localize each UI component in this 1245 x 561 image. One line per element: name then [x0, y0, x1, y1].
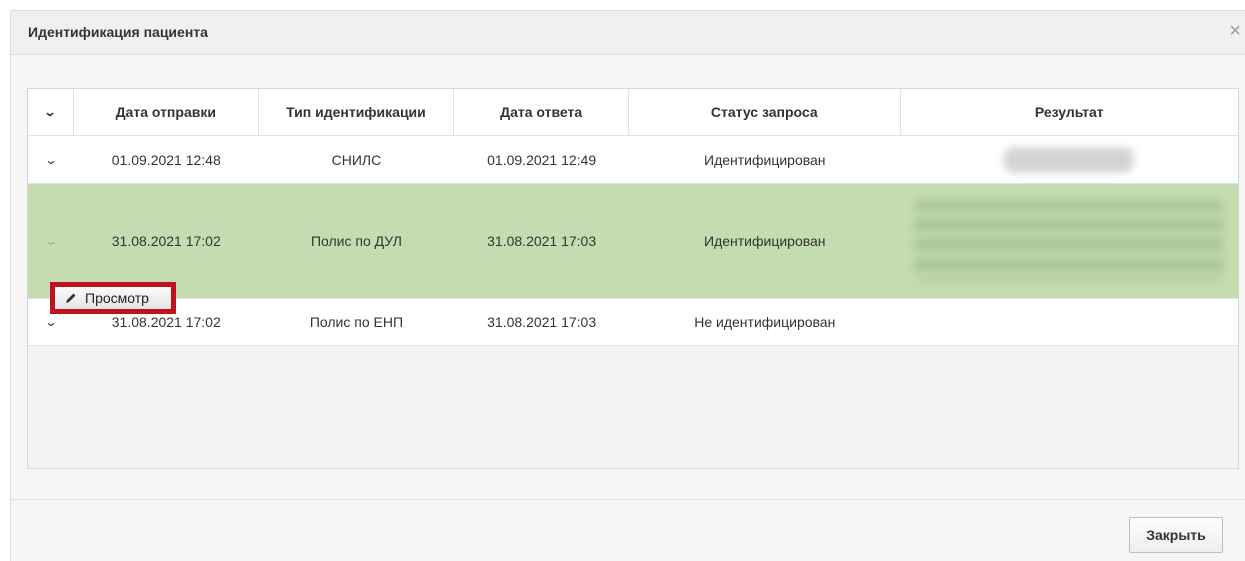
- footer-divider: [11, 499, 1245, 500]
- row-expand-toggle[interactable]: ⌄: [28, 136, 74, 183]
- cell-answered: 01.09.2021 12:49: [487, 151, 597, 168]
- chevron-down-icon: ⌄: [44, 152, 58, 167]
- chevron-down-icon: ⌄: [43, 105, 57, 119]
- chevron-down-icon: ⌄: [44, 315, 58, 329]
- dialog-title: Идентификация пациента: [28, 24, 208, 40]
- table-row-selected[interactable]: ⌄ 31.08.2021 17:02 Полис по ДУЛ 31.08.20…: [28, 184, 1238, 299]
- identification-table: ⌄ Дата отправки Тип идентификации Дата о…: [27, 88, 1239, 469]
- cell-type: Полис по ЕНП: [309, 314, 404, 330]
- cell-result-redacted: [901, 184, 1238, 298]
- table-header: ⌄ Дата отправки Тип идентификации Дата о…: [28, 89, 1238, 136]
- table-row[interactable]: ⌄ 31.08.2021 17:02 Полис по ЕНП 31.08.20…: [28, 299, 1238, 346]
- redacted-result: [1004, 146, 1135, 173]
- view-button-face: Просмотр: [55, 287, 171, 309]
- view-button-label: Просмотр: [85, 290, 149, 306]
- table-row[interactable]: ⌄ 01.09.2021 12:48 СНИЛС 01.09.2021 12:4…: [28, 136, 1238, 184]
- view-button[interactable]: Просмотр: [50, 282, 176, 314]
- column-header-status[interactable]: Статус запроса: [629, 89, 901, 135]
- cell-answered: 31.08.2021 17:03: [487, 233, 597, 249]
- patient-identification-dialog: Идентификация пациента × ⌄ Дата отправки…: [10, 10, 1245, 561]
- cell-status: Идентифицирован: [704, 151, 826, 168]
- row-expand-toggle[interactable]: ⌄: [28, 184, 74, 298]
- column-header-sent[interactable]: Дата отправки: [74, 89, 259, 135]
- cell-type: Полис по ДУЛ: [310, 233, 402, 249]
- expand-all-toggle[interactable]: ⌄: [28, 89, 74, 135]
- column-header-type[interactable]: Тип идентификации: [259, 89, 455, 135]
- close-icon[interactable]: ×: [1229, 21, 1241, 41]
- dialog-header: Идентификация пациента ×: [11, 11, 1245, 55]
- cell-answered: 31.08.2021 17:03: [487, 314, 597, 330]
- cell-result-redacted: [901, 136, 1238, 183]
- cell-status: Не идентифицирован: [694, 314, 836, 330]
- cell-sent: 31.08.2021 17:02: [111, 233, 221, 249]
- pencil-icon: [66, 293, 76, 303]
- cell-sent: 01.09.2021 12:48: [111, 151, 221, 168]
- cell-result: [901, 299, 1238, 345]
- column-header-result[interactable]: Результат: [901, 89, 1238, 135]
- column-header-answered[interactable]: Дата ответа: [454, 89, 629, 135]
- close-button[interactable]: Закрыть: [1129, 517, 1223, 553]
- cell-status: Идентифицирован: [704, 233, 826, 249]
- chevron-down-icon: ⌄: [44, 234, 58, 248]
- cell-type: СНИЛС: [331, 151, 382, 168]
- redacted-result: [914, 200, 1225, 282]
